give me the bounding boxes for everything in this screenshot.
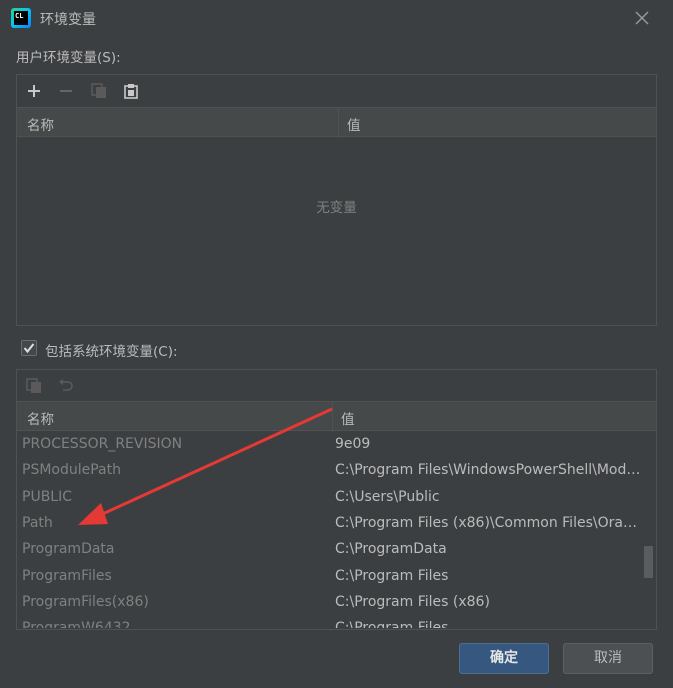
table-row[interactable]: ProgramData C:\ProgramData: [17, 537, 642, 563]
variable-name: ProgramW6432: [22, 620, 131, 628]
user-vars-label: 用户环境变量(S):: [16, 50, 121, 66]
cancel-button[interactable]: 取消: [563, 643, 653, 674]
variable-name: PROCESSOR_REVISION: [22, 436, 183, 452]
variable-value: C:\ProgramData: [335, 541, 447, 558]
paste-icon: [124, 84, 138, 99]
variable-name: ProgramFiles(x86): [22, 593, 149, 610]
vertical-scrollbar[interactable]: [644, 546, 653, 578]
remove-button[interactable]: [55, 80, 77, 102]
variable-value: C:\Program Files: [335, 567, 449, 584]
column-name-header[interactable]: 名称: [27, 114, 54, 134]
system-vars-table: PROCESSOR_REVISION 9e09 PSModulePath C:\Pro…: [17, 432, 642, 628]
title-bar: CL 环境变量: [0, 0, 673, 36]
column-value-header[interactable]: 值: [347, 114, 361, 134]
copy-icon: [91, 83, 106, 98]
window-title: 环境变量: [40, 12, 96, 28]
column-divider[interactable]: [338, 108, 339, 138]
include-system-vars-label[interactable]: 包括系统环境变量(C):: [45, 340, 178, 360]
remove-icon: [60, 90, 72, 92]
empty-vars-text: 无变量: [316, 200, 357, 216]
include-system-vars-checkbox[interactable]: [21, 340, 37, 356]
system-copy-button[interactable]: [23, 375, 45, 397]
variable-name: PSModulePath: [22, 462, 121, 479]
variable-name: PUBLIC: [22, 488, 72, 505]
user-vars-panel: 名称 值 无变量: [16, 74, 657, 326]
table-row[interactable]: PUBLIC C:\Users\Public: [17, 485, 642, 511]
copy-button[interactable]: [88, 80, 110, 102]
revert-icon: [59, 379, 73, 391]
paste-button[interactable]: [120, 80, 142, 102]
variable-value: 9e09: [335, 436, 371, 452]
table-row[interactable]: PSModulePath C:\Program Files\WindowsPowe…: [17, 458, 642, 484]
user-vars-column-header: 名称 值: [17, 107, 656, 138]
table-row[interactable]: ProgramFiles C:\Program Files: [17, 564, 642, 590]
variable-name: Path: [22, 514, 53, 531]
variable-value: C:\Program Files (x86)\Common Files\Orac…: [335, 514, 641, 531]
copy-icon: [26, 378, 41, 393]
system-vars-toolbar: [17, 370, 656, 402]
column-divider[interactable]: [332, 402, 333, 432]
app-logo-text: CL: [14, 11, 28, 25]
system-vars-column-header: 名称 值: [17, 401, 656, 432]
table-row[interactable]: PROCESSOR_REVISION 9e09: [17, 432, 642, 458]
column-value-header[interactable]: 值: [341, 408, 355, 428]
system-vars-panel: 名称 值 PROCESSOR_REVISION 9e09 PSModulePath C…: [16, 369, 657, 630]
variable-name: ProgramFiles: [22, 567, 112, 584]
checkmark-icon: [23, 343, 35, 354]
add-icon: [28, 85, 40, 97]
revert-button[interactable]: [55, 375, 77, 397]
column-name-header[interactable]: 名称: [27, 408, 54, 428]
variable-value: C:\Users\Public: [335, 488, 440, 505]
user-vars-toolbar: [17, 75, 656, 107]
variable-value: C:\Program Files: [335, 620, 641, 628]
variable-value: C:\Program Files\WindowsPowerShell\Modul…: [335, 462, 641, 479]
close-button[interactable]: [630, 6, 654, 30]
table-row[interactable]: ProgramW6432 C:\Program Files: [17, 616, 642, 628]
clion-logo-icon: CL: [11, 8, 31, 28]
close-icon: [635, 11, 649, 25]
add-button[interactable]: [23, 80, 45, 102]
table-row[interactable]: Path C:\Program Files (x86)\Common Files\…: [17, 511, 642, 537]
ok-button[interactable]: 确定: [459, 643, 549, 674]
table-row[interactable]: ProgramFiles(x86) C:\Program Files (x86): [17, 590, 642, 616]
variable-value: C:\Program Files (x86): [335, 593, 490, 610]
variable-name: ProgramData: [22, 541, 115, 558]
